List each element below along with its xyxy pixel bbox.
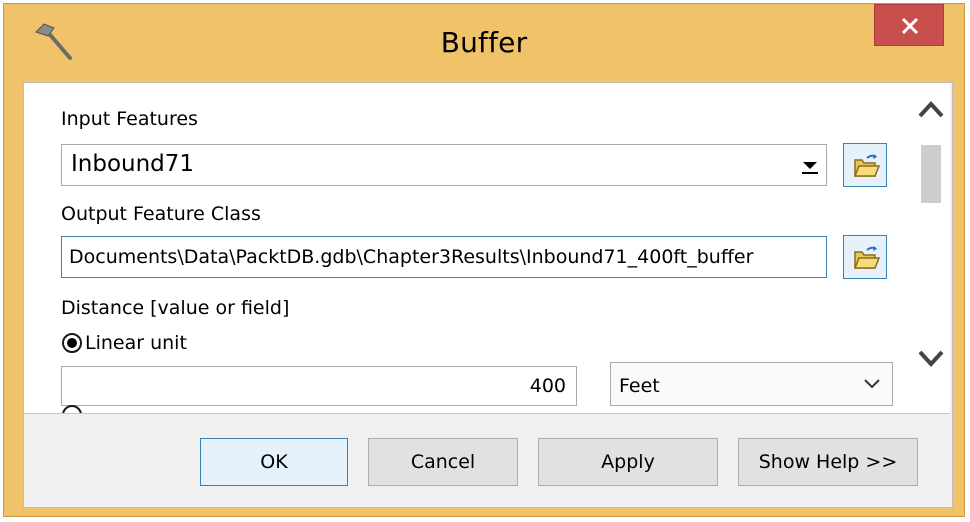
distance-value-input[interactable]: 400 — [61, 366, 577, 406]
chevron-down-icon[interactable] — [918, 349, 944, 367]
folder-open-icon — [853, 154, 880, 177]
dropdown-arrow-icon[interactable] — [799, 154, 821, 176]
parameters-panel: Input Features Inbound71 Output Feature … — [24, 83, 950, 414]
close-button[interactable] — [874, 4, 944, 46]
folder-open-icon — [853, 246, 880, 269]
apply-button[interactable]: Apply — [538, 438, 718, 486]
ok-button[interactable]: OK — [200, 438, 348, 486]
chevron-down-icon — [864, 379, 880, 389]
radio-selected-dot — [67, 338, 77, 348]
close-icon — [901, 17, 919, 35]
output-feature-class-value: Documents\Data\PacktDB.gdb\Chapter3Resul… — [69, 246, 754, 268]
scrollbar-thumb[interactable] — [921, 145, 941, 203]
distance-unit-value: Feet — [619, 375, 660, 397]
cancel-button[interactable]: Cancel — [368, 438, 518, 486]
chevron-up-icon[interactable] — [918, 101, 944, 119]
vertical-scrollbar[interactable] — [912, 83, 950, 413]
input-features-combo[interactable]: Inbound71 — [61, 144, 827, 186]
output-feature-class-browse-button[interactable] — [843, 235, 887, 279]
linear-unit-label: Linear unit — [85, 332, 187, 354]
distance-unit-select[interactable]: Feet — [610, 362, 893, 406]
output-feature-class-label: Output Feature Class — [61, 203, 261, 225]
output-feature-class-input[interactable]: Documents\Data\PacktDB.gdb\Chapter3Resul… — [61, 236, 827, 278]
linear-unit-radio[interactable] — [62, 333, 82, 353]
window-title: Buffer — [440, 26, 528, 59]
input-features-value: Inbound71 — [71, 151, 195, 177]
field-radio[interactable] — [62, 405, 82, 413]
dialog-body: Input Features Inbound71 Output Feature … — [23, 82, 953, 508]
title-bar[interactable]: Buffer — [4, 4, 964, 82]
input-features-label: Input Features — [61, 108, 198, 130]
distance-label: Distance [value or field] — [61, 297, 290, 319]
distance-value: 400 — [529, 375, 566, 397]
input-features-browse-button[interactable] — [843, 143, 887, 187]
dialog-window: Buffer Input Features Inbound71 Output F… — [3, 3, 965, 517]
show-help-button[interactable]: Show Help >> — [738, 438, 918, 486]
